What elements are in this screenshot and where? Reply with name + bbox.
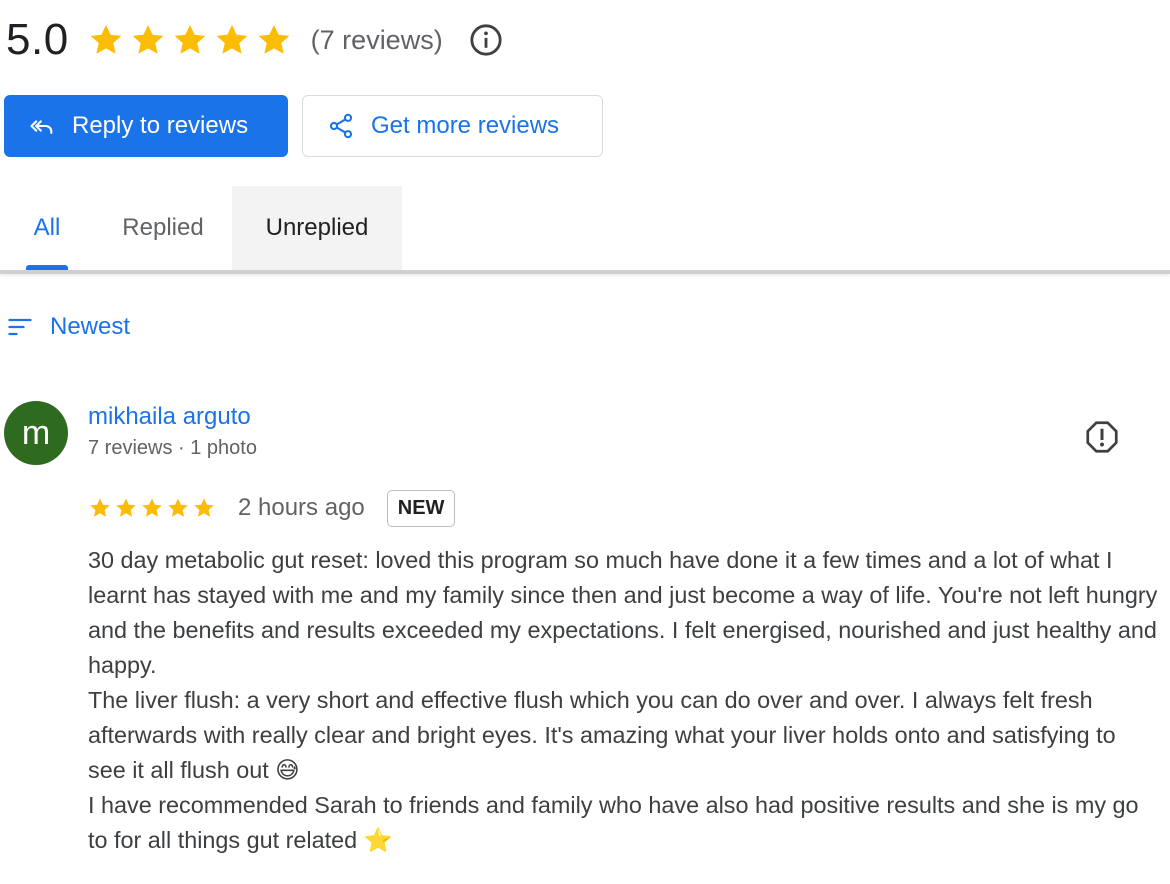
tab-unreplied-label: Unreplied [265,214,369,241]
tab-unreplied[interactable]: Unreplied [232,186,402,270]
tab-all-label: All [33,214,61,241]
tab-replied-label: Replied [122,214,204,241]
report-icon[interactable] [1084,419,1120,455]
get-more-button-label: Get more reviews [371,112,560,139]
sort-icon [8,318,32,336]
star-icon [168,498,188,517]
new-badge: NEW [386,489,456,527]
star-icon [90,24,122,54]
tabs-divider [0,270,1170,274]
star-icon [216,24,248,54]
get-more-reviews-button[interactable]: Get more reviews [302,95,603,157]
reply-button-label: Reply to reviews [72,112,249,139]
info-icon[interactable] [469,23,503,57]
reply-all-icon [30,120,53,135]
reviewer-name[interactable]: mikhaila arguto [88,403,251,431]
star-icon [132,24,164,54]
star-icon [174,24,206,54]
review-tabs: All Replied Unreplied [0,186,402,270]
tab-replied[interactable]: Replied [94,186,232,270]
review-stars [88,496,216,520]
star-icon [90,498,110,517]
avatar-letter: m [21,413,51,452]
avatar[interactable]: m [4,401,68,465]
review-info-line: 2 hours ago NEW [88,488,456,528]
star-icon [194,498,214,517]
sort-button[interactable]: Newest [6,310,130,344]
sort-label: Newest [50,313,131,340]
rating-stars [87,21,293,59]
rating-value: 5.0 [6,15,69,64]
review-time: 2 hours ago [238,494,365,521]
review-paragraph: 30 day metabolic gut reset: loved this p… [88,547,1158,678]
rating-summary: 5.0 (7 reviews) [6,12,503,68]
review-paragraph: The liver flush: a very short and effect… [88,687,1116,783]
star-icon [142,498,162,517]
reviewer-meta: 7 reviews · 1 photo [88,437,257,459]
reviews-count: (7 reviews) [310,24,443,55]
review-paragraph: I have recommended Sarah to friends and … [88,792,1139,853]
review-text: 30 day metabolic gut reset: loved this p… [88,543,1158,858]
share-icon [329,113,353,139]
star-icon [258,24,290,54]
reply-to-reviews-button[interactable]: Reply to reviews [4,95,288,157]
star-icon [116,498,136,517]
tab-all[interactable]: All [0,186,94,270]
